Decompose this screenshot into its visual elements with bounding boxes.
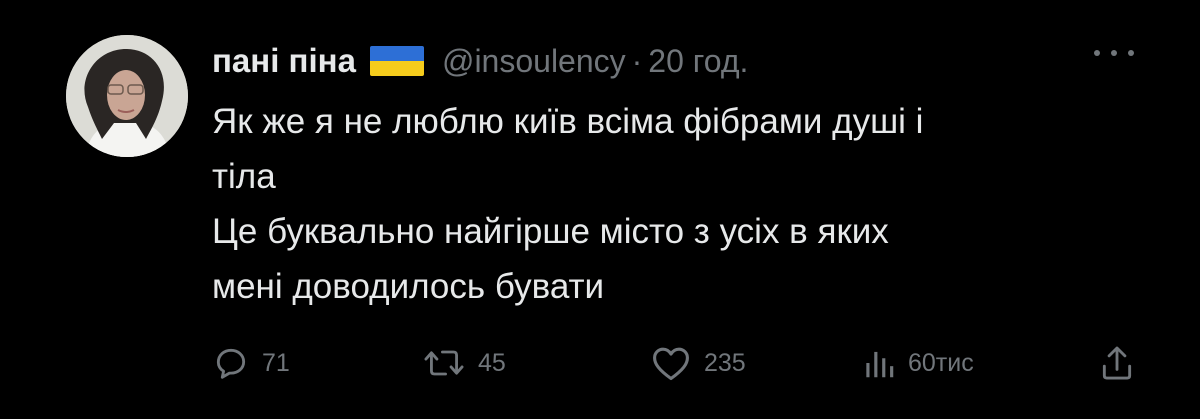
views-count: 60тис: [908, 348, 974, 377]
display-name[interactable]: пані піна: [212, 42, 356, 80]
repost-button[interactable]: 45: [422, 338, 506, 388]
views-icon: [862, 344, 896, 382]
reply-count: 71: [262, 348, 290, 377]
share-icon: [1098, 343, 1136, 383]
reply-icon: [212, 344, 250, 382]
tweet-text-line: мені доводилось бувати: [212, 267, 605, 306]
tweet[interactable]: пані піна @insoulency · 20 год. Як же я …: [0, 0, 1200, 419]
like-button[interactable]: 235: [650, 338, 746, 388]
avatar[interactable]: [66, 35, 188, 157]
share-button[interactable]: [1098, 338, 1136, 388]
tweet-text-line: Як же я не люблю київ всіма фібрами душі…: [212, 102, 924, 141]
action-bar: 71 45 235 60тис: [212, 338, 1152, 388]
reply-button[interactable]: 71: [212, 338, 290, 388]
user-handle[interactable]: @insoulency: [442, 43, 626, 80]
more-dots-icon[interactable]: [1094, 38, 1134, 68]
tweet-text-line: Це буквально найгірше місто з усіх в яки…: [212, 212, 889, 251]
ukraine-flag-icon: [369, 46, 424, 76]
separator-dot: ·: [631, 42, 643, 79]
tweet-text: Як же я не люблю київ всіма фібрами душі…: [212, 94, 1152, 314]
heart-icon: [650, 344, 692, 382]
repost-icon: [422, 344, 466, 382]
views-button[interactable]: 60тис: [862, 338, 974, 388]
tweet-header: пані піна @insoulency · 20 год.: [212, 36, 748, 86]
repost-count: 45: [478, 348, 506, 377]
tweet-text-line: тіла: [212, 157, 276, 196]
like-count: 235: [704, 348, 746, 377]
timestamp[interactable]: 20 год.: [648, 43, 748, 80]
avatar-image: [66, 35, 188, 157]
